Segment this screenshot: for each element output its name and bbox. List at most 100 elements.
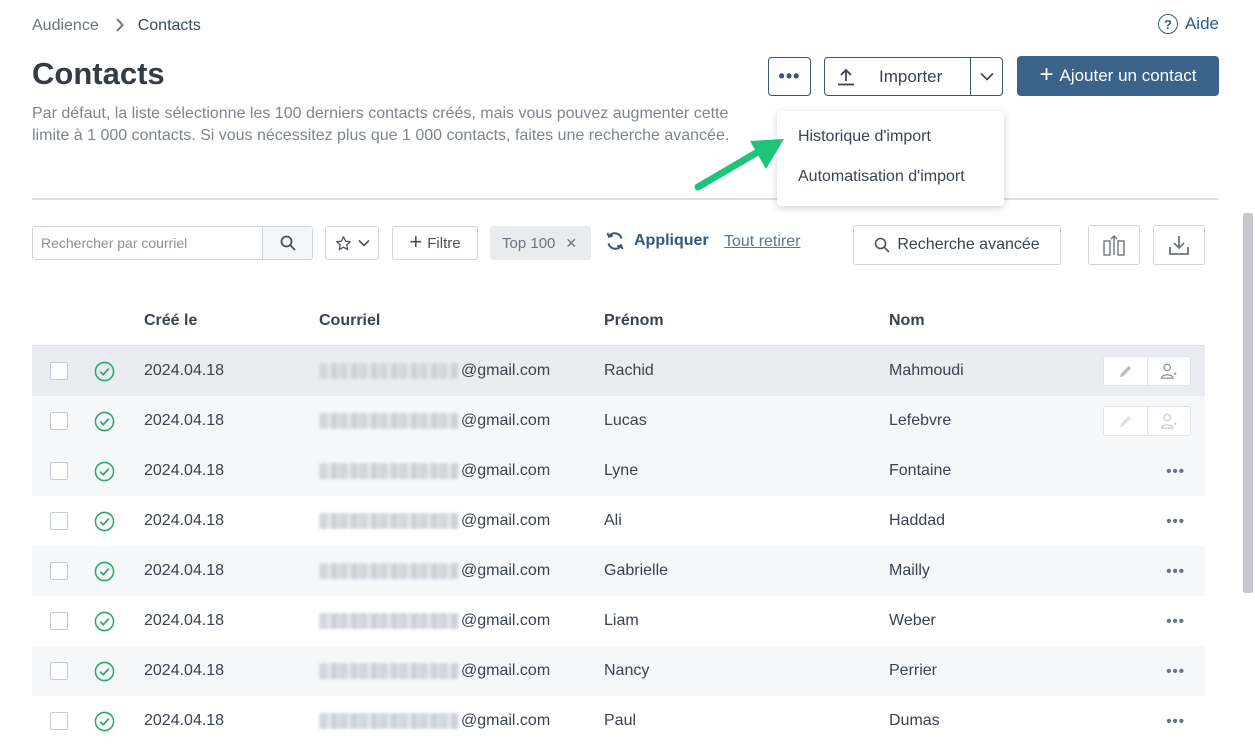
cell-first-name: Gabrielle [604, 562, 669, 579]
check-circle-icon [94, 411, 115, 431]
row-more-button[interactable]: ••• [1166, 563, 1191, 580]
import-dropdown-toggle[interactable] [970, 58, 1002, 95]
row-more-button[interactable]: ••• [1166, 613, 1191, 630]
row-checkbox[interactable] [50, 662, 68, 680]
cell-last-name: Fontaine [889, 462, 952, 479]
help-label: Aide [1184, 14, 1219, 33]
table-row[interactable]: 2024.04.18 @gmail.com Liam Weber ••• [32, 596, 1205, 646]
row-more-button[interactable]: ••• [1166, 513, 1191, 530]
advanced-search-label: Recherche avancée [897, 236, 1040, 253]
table-body: 2024.04.18 @gmail.com Rachid Mahmoudi 20… [32, 346, 1205, 746]
row-checkbox[interactable] [50, 712, 68, 730]
email-domain: @gmail.com [461, 712, 551, 729]
advanced-search-button[interactable]: Recherche avancée [853, 225, 1061, 265]
cell-last-name: Weber [889, 612, 936, 629]
row-more-button[interactable]: ••• [1166, 713, 1191, 730]
edit-button[interactable] [1104, 357, 1147, 385]
chevron-right-icon [115, 17, 124, 35]
edit-button[interactable] [1104, 407, 1147, 435]
row-more-button[interactable]: ••• [1166, 663, 1191, 680]
refresh-icon [606, 232, 624, 250]
header-divider [32, 198, 1219, 200]
table-row[interactable]: 2024.04.18 @gmail.com Ali Haddad ••• [32, 496, 1205, 546]
row-checkbox[interactable] [50, 362, 68, 380]
table-row[interactable]: 2024.04.18 @gmail.com Lyne Fontaine ••• [32, 446, 1205, 496]
redacted-email [319, 713, 459, 729]
search-button[interactable] [262, 227, 312, 259]
add-filter-button[interactable]: + Filtre [392, 226, 478, 260]
plus-icon: + [409, 229, 423, 254]
annotation-arrow-icon [694, 139, 784, 191]
import-button[interactable]: Importer [825, 58, 970, 95]
menu-item-import-history[interactable]: Historique d'import [777, 117, 1004, 157]
check-circle-icon [94, 461, 115, 481]
cell-last-name: Dumas [889, 712, 940, 729]
import-split-button: Importer [824, 57, 1003, 96]
cell-email: @gmail.com [319, 612, 604, 630]
column-email[interactable]: Courriel [319, 312, 604, 330]
cell-created: 2024.04.18 [144, 512, 225, 529]
row-tools [1103, 406, 1191, 436]
redacted-email [319, 363, 459, 379]
row-more-button[interactable]: ••• [1166, 463, 1191, 480]
contact-profile-button[interactable] [1147, 357, 1190, 385]
add-contact-button[interactable]: + Ajouter un contact [1017, 56, 1219, 96]
check-circle-icon [94, 361, 115, 381]
scrollbar[interactable] [1243, 213, 1253, 593]
plus-icon: + [1039, 61, 1054, 88]
column-last-name[interactable]: Nom [889, 312, 1089, 330]
row-checkbox[interactable] [50, 412, 68, 430]
cell-last-name: Lefebvre [889, 412, 952, 429]
favorites-dropdown[interactable] [325, 226, 379, 260]
row-checkbox[interactable] [50, 562, 68, 580]
table-row[interactable]: 2024.04.18 @gmail.com Lucas Lefebvre [32, 396, 1205, 446]
email-domain: @gmail.com [461, 462, 551, 479]
row-checkbox[interactable] [50, 612, 68, 630]
more-options-button[interactable]: ••• [768, 57, 811, 96]
cell-last-name: Mailly [889, 562, 930, 579]
cell-email: @gmail.com [319, 712, 604, 730]
email-search-input[interactable] [33, 227, 262, 259]
add-contact-label: Ajouter un contact [1059, 66, 1197, 85]
column-first-name[interactable]: Prénom [604, 312, 889, 330]
export-button[interactable] [1153, 225, 1205, 265]
apply-label: Appliquer [634, 232, 709, 249]
question-circle-icon: ? [1157, 14, 1178, 34]
redacted-email [319, 663, 459, 679]
redacted-email [319, 413, 459, 429]
email-domain: @gmail.com [461, 562, 551, 579]
menu-item-import-automation[interactable]: Automatisation d'import [777, 157, 1004, 197]
column-created[interactable]: Créé le [144, 312, 319, 330]
columns-button[interactable] [1088, 225, 1140, 265]
page-title: Contacts [32, 56, 165, 91]
cell-created: 2024.04.18 [144, 712, 225, 729]
cell-created: 2024.04.18 [144, 462, 225, 479]
table-row[interactable]: 2024.04.18 @gmail.com Nancy Perrier ••• [32, 646, 1205, 696]
close-icon[interactable]: ✕ [565, 235, 577, 252]
row-checkbox[interactable] [50, 462, 68, 480]
help-link[interactable]: ? Aide [1157, 14, 1219, 34]
chevron-down-icon [979, 72, 994, 81]
remove-all-link[interactable]: Tout retirer [724, 233, 800, 251]
cell-email: @gmail.com [319, 362, 604, 380]
search-icon [280, 235, 296, 251]
user-icon [1160, 363, 1177, 379]
row-checkbox[interactable] [50, 512, 68, 530]
breadcrumb-audience[interactable]: Audience [32, 17, 99, 35]
cell-created: 2024.04.18 [144, 562, 225, 579]
user-icon [1160, 413, 1177, 429]
breadcrumb-contacts: Contacts [137, 17, 201, 34]
apply-button[interactable]: Appliquer [605, 231, 709, 251]
table-row[interactable]: 2024.04.18 @gmail.com Gabrielle Mailly •… [32, 546, 1205, 596]
cell-created: 2024.04.18 [144, 662, 225, 679]
cell-first-name: Nancy [604, 662, 650, 679]
table-row[interactable]: 2024.04.18 @gmail.com Rachid Mahmoudi [32, 346, 1205, 396]
contact-profile-button[interactable] [1147, 407, 1190, 435]
search-icon [875, 237, 890, 253]
cell-first-name: Lucas [604, 412, 647, 429]
table-row[interactable]: 2024.04.18 @gmail.com Paul Dumas ••• [32, 696, 1205, 746]
cell-first-name: Paul [604, 712, 637, 729]
import-label: Importer [879, 66, 943, 86]
email-domain: @gmail.com [461, 512, 551, 529]
pencil-icon [1119, 415, 1132, 427]
